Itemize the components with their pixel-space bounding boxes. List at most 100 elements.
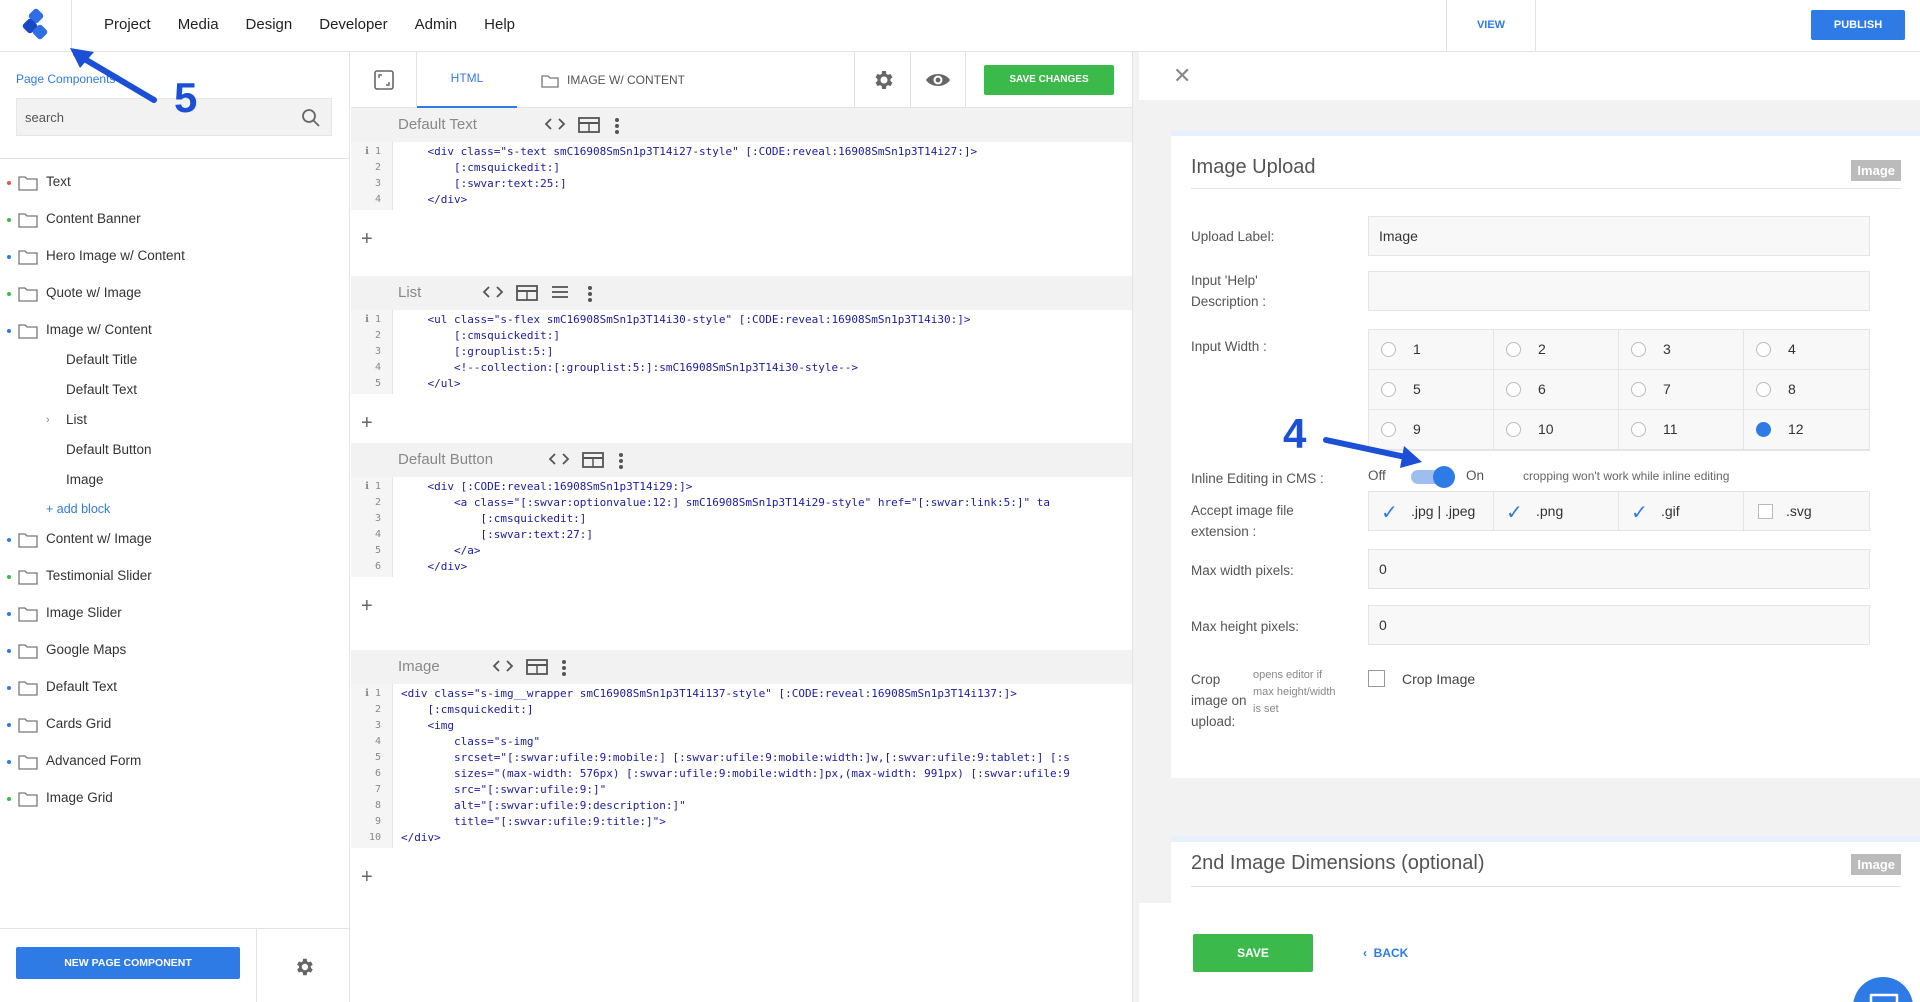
tree-item[interactable]: Image w/ Content [0,312,350,349]
tree-item[interactable]: Content w/ Image [0,521,350,558]
block-code-button[interactable] [544,117,566,136]
add-block-link[interactable]: + add block [0,495,350,521]
block-dots-button[interactable] [618,452,624,475]
view-button[interactable]: VIEW [1446,0,1536,52]
tree-child-item[interactable]: › List [0,405,350,435]
tab-html[interactable]: HTML [417,52,517,108]
extension-option[interactable]: ✓ .png [1494,492,1619,530]
width-option[interactable]: 1 [1369,330,1494,370]
block-layout-button[interactable] [582,452,604,473]
width-option[interactable]: 7 [1619,370,1744,410]
radio-button[interactable] [1756,382,1771,397]
menu-design[interactable]: Design [246,0,293,52]
radio-button[interactable] [1381,382,1396,397]
block-code-button[interactable] [548,452,570,471]
width-option[interactable]: 8 [1744,370,1869,410]
block-code-button[interactable] [482,285,504,304]
radio-button[interactable] [1506,382,1521,397]
chevron-right-icon[interactable]: › [46,414,50,426]
radio-button[interactable] [1631,342,1646,357]
width-option[interactable]: 2 [1494,330,1619,370]
width-option[interactable]: 12 [1744,410,1869,450]
width-option[interactable]: 5 [1369,370,1494,410]
search-icon[interactable] [301,108,321,128]
extension-option[interactable]: .svg [1744,492,1869,530]
max-height-input[interactable]: 0 [1368,605,1870,645]
menu-help[interactable]: Help [484,0,515,52]
radio-button[interactable] [1506,422,1521,437]
app-logo[interactable] [0,0,72,52]
tree-item[interactable]: Image Grid [0,780,350,817]
new-page-component-button[interactable]: NEW PAGE COMPONENT [16,947,240,979]
width-option[interactable]: 10 [1494,410,1619,450]
publish-button[interactable]: PUBLISH [1811,10,1905,40]
block-layout-button[interactable] [516,285,538,306]
code-area[interactable]: ℹ 1 <div class="s-img__wrapper smC16908Sm… [351,684,1132,848]
tree-item[interactable]: Default Text [0,669,350,706]
editor-settings-button[interactable] [854,52,910,108]
extension-option[interactable]: ✓ .gif [1619,492,1744,530]
radio-button[interactable] [1756,422,1771,437]
block-code-button[interactable] [492,659,514,678]
tree-child-item[interactable]: Default Text [0,375,350,405]
save-changes-button[interactable]: SAVE CHANGES [984,65,1114,95]
help-description-input[interactable] [1368,271,1870,311]
upload-label-input[interactable]: Image [1368,216,1870,256]
extension-option[interactable]: ✓ .jpg | .jpeg [1369,492,1494,530]
width-option[interactable]: 6 [1494,370,1619,410]
sidebar-settings[interactable] [256,929,350,1002]
radio-button[interactable] [1631,382,1646,397]
tree-item[interactable]: Testimonial Slider [0,558,350,595]
block-dots-button[interactable] [561,659,567,682]
block-layout-button[interactable] [526,659,548,680]
save-button[interactable]: SAVE [1193,934,1313,972]
tab-component[interactable]: IMAGE W/ CONTENT [541,52,685,108]
code-area[interactable]: ℹ 1 <div class="s-text smC16908SmSn1p3T1… [351,142,1132,210]
tree-item[interactable]: Content Banner [0,201,350,238]
checkbox[interactable] [1758,504,1773,519]
add-block-plus-icon[interactable]: + [361,595,373,618]
chat-widget-button[interactable] [1853,977,1913,1002]
block-dots-button[interactable] [614,117,620,140]
width-option[interactable]: 11 [1619,410,1744,450]
gear-icon[interactable] [293,956,315,978]
radio-button[interactable] [1756,342,1771,357]
radio-button[interactable] [1381,342,1396,357]
radio-button[interactable] [1631,422,1646,437]
preview-button[interactable] [910,52,966,108]
menu-media[interactable]: Media [178,0,219,52]
block-layout-button[interactable] [578,117,600,138]
extension-label: .png [1536,503,1564,519]
width-option[interactable]: 4 [1744,330,1869,370]
tree-item[interactable]: Image Slider [0,595,350,632]
menu-developer[interactable]: Developer [319,0,387,52]
checkmark-icon[interactable]: ✓ [1381,500,1398,525]
add-block-plus-icon[interactable]: + [361,228,373,251]
tree-child-item[interactable]: Image [0,465,350,495]
crop-image-checkbox[interactable] [1368,670,1385,687]
checkmark-icon[interactable]: ✓ [1506,500,1523,525]
radio-button[interactable] [1506,342,1521,357]
max-width-input[interactable]: 0 [1368,549,1870,589]
tree-child-item[interactable]: Default Title [0,345,350,375]
width-option[interactable]: 3 [1619,330,1744,370]
image-view-button[interactable] [351,52,417,108]
code-area[interactable]: ℹ 1 <div [:CODE:reveal:16908SmSn1p3T14i2… [351,477,1132,577]
add-block-plus-icon[interactable]: + [361,866,373,889]
back-button[interactable]: ‹ BACK [1363,934,1408,972]
tree-child-item[interactable]: Default Button [0,435,350,465]
tree-item[interactable]: Text [0,164,350,201]
block-dots-button[interactable] [587,285,593,308]
tree-item[interactable]: Google Maps [0,632,350,669]
tree-item[interactable]: Quote w/ Image [0,275,350,312]
block-list-button[interactable] [551,285,569,304]
menu-admin[interactable]: Admin [415,0,458,52]
close-icon[interactable]: ✕ [1173,63,1191,89]
code-text: </div> [401,831,441,844]
tree-item[interactable]: Hero Image w/ Content [0,238,350,275]
code-area[interactable]: ℹ 1 <ul class="s-flex smC16908SmSn1p3T14… [351,310,1132,394]
checkmark-icon[interactable]: ✓ [1631,500,1648,525]
tree-item[interactable]: Advanced Form [0,743,350,780]
add-block-plus-icon[interactable]: + [361,412,373,435]
tree-item[interactable]: Cards Grid [0,706,350,743]
